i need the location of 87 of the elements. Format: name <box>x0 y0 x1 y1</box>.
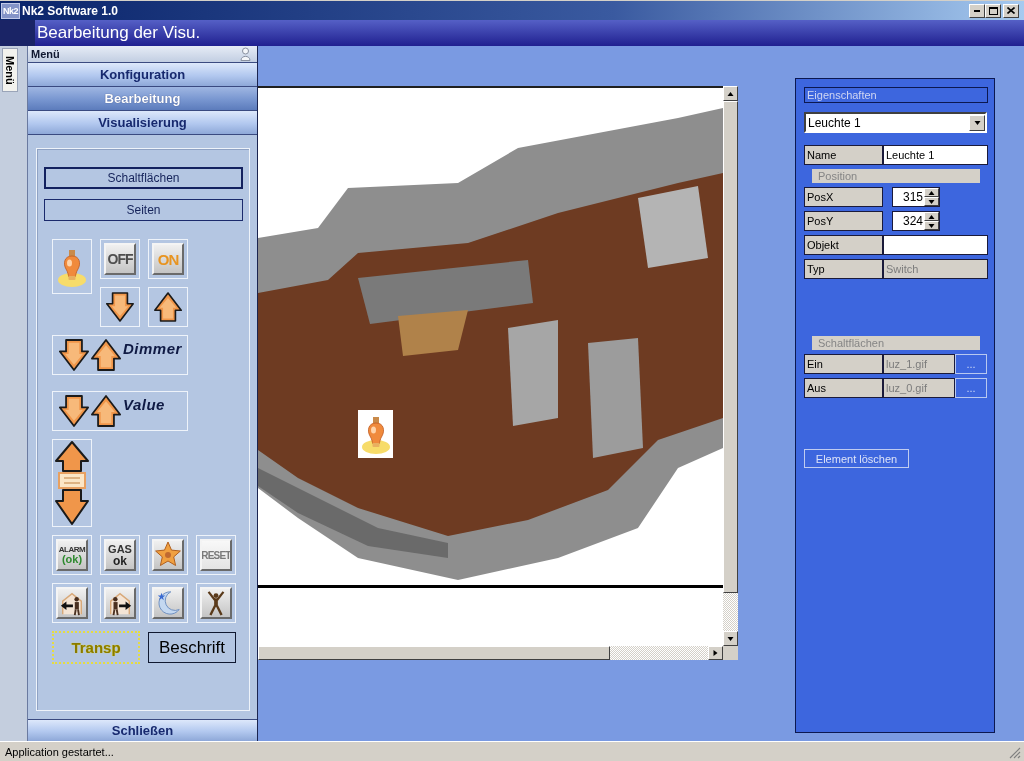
spin-field[interactable]: 324 <box>892 211 940 231</box>
spin-up-button[interactable] <box>924 212 939 221</box>
palette-tile[interactable] <box>148 583 188 623</box>
tab-button[interactable]: Schaltflächen <box>44 167 243 189</box>
palette-tile[interactable] <box>100 287 140 327</box>
palette-tile[interactable]: OFF <box>100 239 140 279</box>
up-arrow-icon <box>91 394 121 428</box>
palette-tile[interactable] <box>148 535 188 575</box>
palette-tile[interactable] <box>148 287 188 327</box>
group-label: Position <box>812 169 980 183</box>
maximize-button[interactable] <box>985 3 1001 18</box>
element-dropdown[interactable]: Leuchte 1 <box>804 112 987 133</box>
star-icon <box>155 542 181 568</box>
close-button[interactable] <box>1003 3 1019 18</box>
field-label: Name <box>804 145 883 165</box>
status-text: Application gestartet... <box>5 745 114 758</box>
palette-tile[interactable]: ALARM (ok) <box>52 535 92 575</box>
up-triangle-icon <box>928 213 935 220</box>
palette-tile[interactable]: Dimmer <box>52 335 188 375</box>
palette-tile[interactable]: Beschrift <box>148 632 236 663</box>
menu-tab[interactable]: Menü <box>2 48 18 92</box>
scroll-down-button[interactable] <box>723 631 738 646</box>
minimize-button[interactable] <box>969 3 985 18</box>
down-triangle-icon <box>928 198 935 205</box>
spin-up-button[interactable] <box>924 188 939 197</box>
spin-field[interactable]: 315 <box>892 187 940 207</box>
text-field[interactable]: Leuchte 1 <box>883 145 988 165</box>
up-triangle-icon <box>727 90 734 97</box>
palette-tile[interactable] <box>100 583 140 623</box>
down-arrow-icon <box>59 394 89 428</box>
resize-grip-icon[interactable] <box>1009 747 1021 759</box>
house-arrow-left-icon <box>59 590 85 616</box>
delete-element-button[interactable]: Element löschen <box>804 449 909 468</box>
minimize-icon <box>974 9 980 12</box>
palette-tile[interactable] <box>52 439 92 527</box>
panel-title: Eigenschaften <box>804 87 988 103</box>
palette-tile[interactable] <box>196 583 236 623</box>
field-label: Objekt <box>804 235 883 255</box>
window-title: Nk2 Software 1.0 <box>22 3 119 18</box>
field-label: Ein <box>804 354 883 374</box>
page-title-bar: Bearbeitung der Visu. <box>0 20 1024 46</box>
group-label: Schaltflächen <box>812 336 980 350</box>
text-field[interactable] <box>883 235 988 255</box>
up-arrow-icon <box>91 338 121 372</box>
palette-tile[interactable] <box>52 239 92 294</box>
spin-down-button[interactable] <box>924 221 939 230</box>
scrollbar-thumb[interactable] <box>258 646 610 660</box>
field-label: Aus <box>804 378 883 398</box>
browse-button[interactable]: ... <box>955 378 987 398</box>
horizontal-scrollbar[interactable] <box>258 646 723 660</box>
close-panel-button[interactable]: Schließen <box>28 719 257 741</box>
palette-tile[interactable]: RESET <box>196 535 236 575</box>
user-icon[interactable] <box>240 47 251 61</box>
palette-tile[interactable]: Value <box>52 391 188 431</box>
section-button[interactable]: Visualisierung <box>28 110 257 134</box>
palette-tile[interactable]: GAS ok <box>100 535 140 575</box>
dropdown-button[interactable] <box>969 114 985 131</box>
close-icon <box>1007 7 1015 14</box>
field-label: PosX <box>804 187 883 207</box>
maximize-icon <box>988 6 998 15</box>
app-logo: Nk2 <box>1 2 20 19</box>
readonly-field: luz_1.gif <box>883 354 955 374</box>
field-label: PosY <box>804 211 883 231</box>
up-arrow-icon <box>154 291 182 323</box>
section-button[interactable]: Konfiguration <box>28 62 257 86</box>
slider-icon <box>55 441 89 525</box>
readonly-field: luz_0.gif <box>883 378 955 398</box>
down-triangle-icon <box>928 222 935 229</box>
down-triangle-icon <box>727 635 734 642</box>
down-triangle-icon <box>973 119 981 126</box>
field-label: Typ <box>804 259 883 279</box>
lamp-element[interactable] <box>358 410 393 458</box>
scroll-right-button[interactable] <box>708 646 723 660</box>
scroll-up-button[interactable] <box>723 86 738 101</box>
down-arrow-icon <box>59 338 89 372</box>
down-arrow-icon <box>106 291 134 323</box>
spin-down-button[interactable] <box>924 197 939 206</box>
tab-button[interactable]: Seiten <box>44 199 243 221</box>
scrollbar-corner <box>723 646 738 660</box>
right-triangle-icon <box>712 650 719 656</box>
moon-icon <box>155 590 181 616</box>
readonly-field: Switch <box>883 259 988 279</box>
up-triangle-icon <box>928 189 935 196</box>
palette-tile[interactable] <box>52 583 92 623</box>
house-arrow-right-icon <box>107 590 133 616</box>
browse-button[interactable]: ... <box>955 354 987 374</box>
menu-title: Menü <box>31 48 60 60</box>
